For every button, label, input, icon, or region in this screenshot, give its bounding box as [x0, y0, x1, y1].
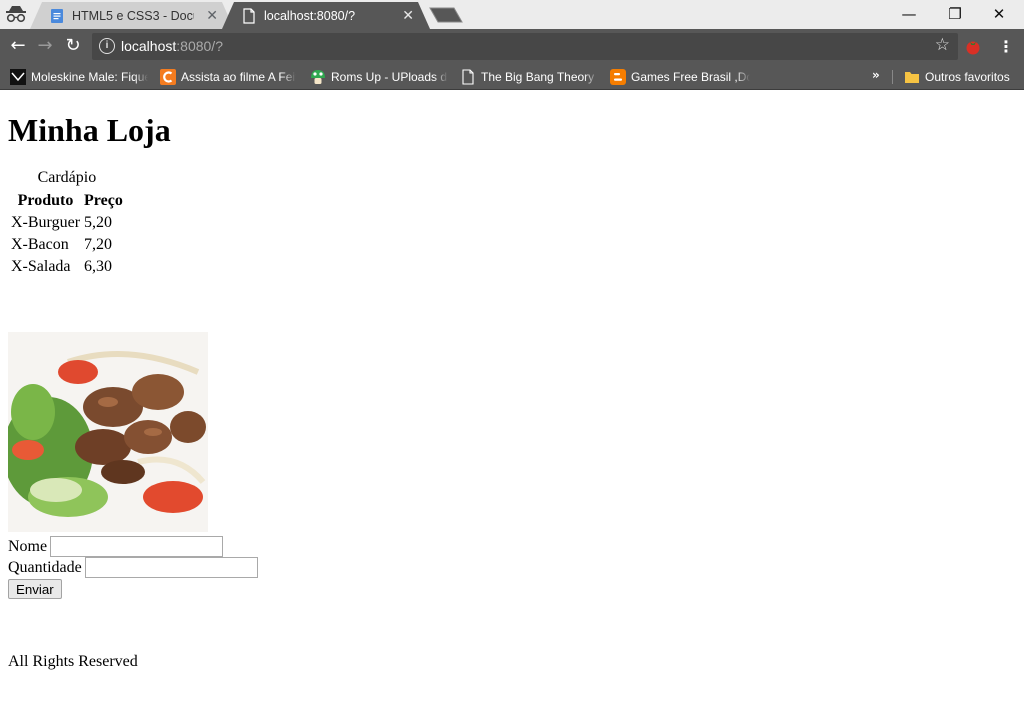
product-cell: X-Burguer [11, 214, 81, 231]
arrow-left-icon: ← [10, 35, 26, 56]
bookmarks-bar: Moleskine Male: Fique Assista ao filme A… [0, 64, 1024, 90]
browser-toolbar: ← → ↻ i localhost:8080/? ☆ [0, 29, 1024, 64]
reload-icon: ↻ [65, 35, 81, 56]
restore-icon: ❐ [948, 5, 962, 23]
tab-title: HTML5 e CSS3 - Docume [72, 9, 194, 23]
bookmark-label: The Big Bang Theory - [481, 70, 598, 84]
bookmark-item[interactable]: Roms Up - UPloads d [310, 68, 448, 86]
nome-field-row: Nome [8, 536, 224, 558]
column-header-produto: Produto [17, 192, 74, 209]
other-bookmarks-folder[interactable]: Outros favoritos [904, 68, 1022, 86]
page-title: Minha Loja [8, 112, 171, 148]
back-button[interactable]: ← [6, 35, 30, 59]
product-cell: X-Salada [11, 258, 71, 275]
extension-tomato-icon[interactable] [965, 39, 981, 55]
incognito-icon [6, 6, 26, 23]
table-row: X-Salada 6,30 [10, 257, 124, 277]
c-orange-icon [160, 69, 176, 85]
page-icon [243, 8, 255, 24]
forward-button[interactable]: → [33, 35, 57, 59]
bookmark-label: Moleskine Male: Fique [31, 70, 148, 84]
product-cell: X-Bacon [11, 236, 69, 253]
quantidade-field-row: Quantidade [8, 557, 258, 579]
table-header-row: Produto Preço [10, 191, 124, 211]
column-header-preco: Preço [84, 192, 123, 209]
tab-localhost[interactable]: localhost:8080/? ✕ [222, 2, 430, 29]
menu-caption: Cardápio [37, 169, 97, 186]
tab-close-icon[interactable]: ✕ [206, 7, 218, 24]
close-icon: ✕ [992, 5, 1006, 23]
tab-html5-css3[interactable]: HTML5 e CSS3 - Docume ✕ [30, 2, 234, 29]
price-cell: 6,30 [84, 258, 113, 275]
quantidade-input[interactable] [84, 557, 258, 578]
url-rest: :8080/? [176, 38, 223, 54]
minimize-icon: — [901, 5, 917, 23]
browser-menu-button[interactable]: ⋮ [998, 35, 1014, 59]
bookmarks-divider [892, 70, 893, 84]
table-row: X-Bacon 7,20 [10, 235, 124, 255]
submit-button[interactable]: Enviar [8, 579, 62, 599]
nome-input[interactable] [50, 536, 224, 557]
page-content: Minha Loja Cardápio Produto Preço X-Burg… [0, 90, 1024, 728]
bookmark-label: Games Free Brasil ,Do [631, 70, 750, 84]
bookmark-item[interactable]: Moleskine Male: Fique [10, 68, 148, 86]
docs-icon [51, 9, 63, 23]
url-host: localhost [121, 38, 177, 54]
moleskine-icon [10, 69, 26, 85]
food-photo [8, 332, 208, 532]
bookmarks-overflow-button[interactable]: » [872, 68, 880, 82]
bookmark-star-icon[interactable]: ☆ [935, 35, 950, 55]
close-window-button[interactable]: ✕ [976, 0, 1022, 29]
bookmark-label: Outros favoritos [925, 70, 1010, 84]
bookmark-item[interactable]: Assista ao filme A Feit [160, 68, 296, 86]
quantidade-label: Quantidade [8, 559, 82, 576]
tab-close-icon[interactable]: ✕ [402, 7, 414, 24]
page-icon [462, 69, 474, 85]
bookmark-label: Assista ao filme A Feit [181, 70, 296, 84]
address-url[interactable]: localhost:8080/? [121, 38, 223, 54]
more-vert-icon: ⋮ [998, 37, 1014, 56]
tab-strip: HTML5 e CSS3 - Docume ✕ localhost:8080/?… [0, 0, 1024, 29]
footer-text: All Rights Reserved [8, 653, 138, 670]
table-row: X-Burguer 5,20 [10, 213, 124, 233]
price-cell: 7,20 [84, 236, 113, 253]
folder-icon [905, 72, 919, 83]
reload-button[interactable]: ↻ [61, 35, 85, 59]
tab-title: localhost:8080/? [264, 9, 356, 23]
minimize-button[interactable]: — [886, 0, 932, 29]
menu-table: Cardápio Produto Preço X-Burguer 5,20 X-… [8, 168, 126, 279]
blogger-icon [610, 69, 626, 85]
price-cell: 5,20 [84, 214, 113, 231]
address-bar[interactable]: i localhost:8080/? ☆ [92, 33, 958, 60]
info-icon[interactable]: i [99, 38, 115, 54]
mushroom-icon [311, 70, 325, 84]
bookmark-item[interactable]: The Big Bang Theory - [460, 68, 598, 86]
restore-button[interactable]: ❐ [932, 0, 978, 29]
bookmark-item[interactable]: Games Free Brasil ,Do [610, 68, 750, 86]
bookmark-label: Roms Up - UPloads d [331, 70, 448, 84]
arrow-right-icon: → [37, 35, 53, 56]
nome-label: Nome [8, 538, 48, 555]
new-tab-button[interactable] [428, 7, 464, 23]
